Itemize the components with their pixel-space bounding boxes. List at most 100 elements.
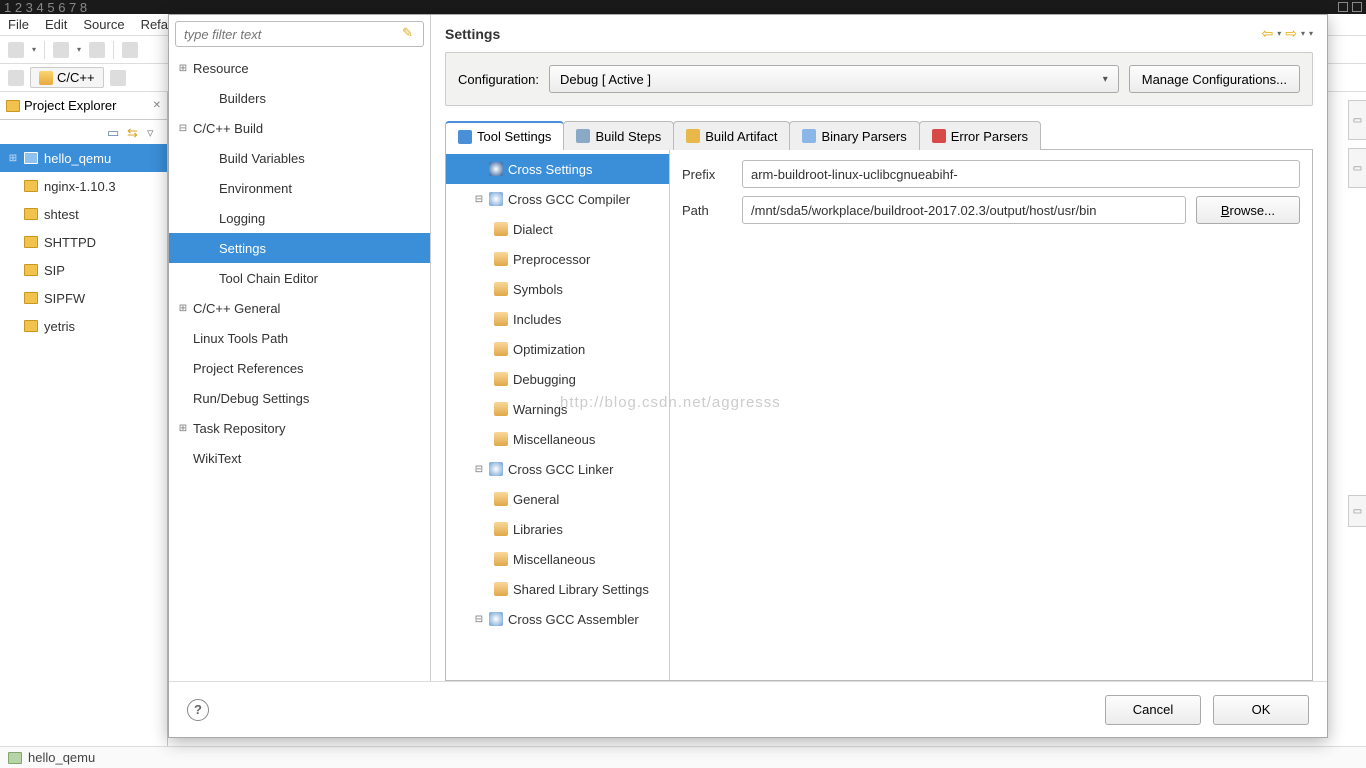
tool-label: Cross GCC Assembler (508, 612, 639, 627)
clear-filter-icon[interactable]: ✎ (402, 25, 418, 41)
open-perspective-icon[interactable] (8, 70, 24, 86)
menu-edit[interactable]: Edit (45, 17, 67, 32)
tool-libraries[interactable]: Libraries (446, 514, 669, 544)
configuration-select[interactable]: Debug [ Active ] ▾ (549, 65, 1119, 93)
pref-environment[interactable]: ⊞Environment (169, 173, 430, 203)
pref-wikitext[interactable]: ⊞WikiText (169, 443, 430, 473)
folder-icon (494, 372, 508, 386)
help-icon[interactable]: ? (187, 699, 209, 721)
pref-settings[interactable]: ⊞Settings (169, 233, 430, 263)
tool-miscellaneous[interactable]: Miscellaneous (446, 544, 669, 574)
pref-project-references[interactable]: ⊞Project References (169, 353, 430, 383)
project-SIP[interactable]: SIP (0, 256, 167, 284)
project-explorer-tab[interactable]: Project Explorer ✕ (0, 92, 167, 120)
settings-tabs: Tool Settings Build StepsBuild Artifact Bi… (445, 120, 1313, 150)
tool-warnings[interactable]: Warnings (446, 394, 669, 424)
pref-task-repository[interactable]: ⊞Task Repository (169, 413, 430, 443)
status-bar: hello_qemu (0, 746, 1366, 768)
configuration-value: Debug [ Active ] (560, 72, 651, 87)
expand-icon[interactable]: ⊟ (474, 614, 484, 625)
new-icon[interactable] (8, 42, 24, 58)
browse-button[interactable]: BBrowse...rowse... (1196, 196, 1300, 224)
collapse-all-icon[interactable]: ▭ (107, 125, 121, 139)
link-editor-icon[interactable]: ⇆ (127, 125, 141, 139)
tool-cross-gcc-assembler[interactable]: ⊟ Cross GCC Assembler (446, 604, 669, 634)
save-all-icon[interactable] (89, 42, 105, 58)
tool-includes[interactable]: Includes (446, 304, 669, 334)
project-yetris[interactable]: yetris (0, 312, 167, 340)
pref-c-c-build[interactable]: ⊟C/C++ Build (169, 113, 430, 143)
tool-cross-gcc-compiler[interactable]: ⊟Cross GCC Compiler (446, 184, 669, 214)
tool-cross-settings[interactable]: Cross Settings (446, 154, 669, 184)
tab-binary-parsers[interactable]: Binary Parsers (789, 121, 919, 150)
expand-icon[interactable]: ⊞ (177, 423, 189, 434)
expand-icon[interactable]: ⊟ (177, 123, 189, 134)
manage-configurations-button[interactable]: Manage Configurations... (1129, 65, 1300, 93)
tool-symbols[interactable]: Symbols (446, 274, 669, 304)
close-icon[interactable]: ✕ (153, 100, 161, 111)
tab-label: Binary Parsers (821, 129, 906, 144)
tab-build-steps[interactable]: Build Steps (563, 121, 674, 150)
pref-build-variables[interactable]: ⊞Build Variables (169, 143, 430, 173)
tool-dialect[interactable]: Dialect (446, 214, 669, 244)
pref-label: WikiText (193, 451, 241, 466)
tray-icon (1352, 2, 1362, 12)
expand-icon[interactable]: ⊟ (474, 464, 484, 475)
project-icon (8, 752, 22, 764)
pref-run-debug-settings[interactable]: ⊞Run/Debug Settings (169, 383, 430, 413)
pref-tool-chain-editor[interactable]: ⊞Tool Chain Editor (169, 263, 430, 293)
project-shtest[interactable]: shtest (0, 200, 167, 228)
ok-button[interactable]: OK (1213, 695, 1309, 725)
tool-miscellaneous[interactable]: Miscellaneous (446, 424, 669, 454)
back-menu-icon[interactable]: ▾ (1277, 29, 1281, 38)
minimized-view-1[interactable]: ▭ (1348, 100, 1366, 140)
filter-input[interactable] (175, 21, 424, 47)
pref-resource[interactable]: ⊞Resource (169, 53, 430, 83)
tab-build-artifact[interactable]: Build Artifact (673, 121, 790, 150)
minimized-view-3[interactable]: ▭ (1348, 495, 1366, 527)
expand-icon[interactable]: ⊞ (8, 153, 18, 164)
tool-preprocessor[interactable]: Preprocessor (446, 244, 669, 274)
tool-general[interactable]: General (446, 484, 669, 514)
project-SIPFW[interactable]: SIPFW (0, 284, 167, 312)
ic-tool-icon (458, 130, 472, 144)
menu-refactor[interactable]: Refa (141, 17, 168, 32)
pref-label: Run/Debug Settings (193, 391, 309, 406)
path-input[interactable] (742, 196, 1186, 224)
forward-icon[interactable]: ⇨ (1285, 25, 1297, 42)
pref-logging[interactable]: ⊞Logging (169, 203, 430, 233)
folder-icon (24, 320, 38, 332)
pref-builders[interactable]: ⊞Builders (169, 83, 430, 113)
project-nginx-1.10.3[interactable]: nginx-1.10.3 (0, 172, 167, 200)
save-icon[interactable] (53, 42, 69, 58)
minimized-view-2[interactable]: ▭ (1348, 148, 1366, 188)
prefix-input[interactable] (742, 160, 1300, 188)
build-icon[interactable] (122, 42, 138, 58)
tab-error-parsers[interactable]: Error Parsers (919, 121, 1041, 150)
pref-linux-tools-path[interactable]: ⊞Linux Tools Path (169, 323, 430, 353)
tool-debugging[interactable]: Debugging (446, 364, 669, 394)
forward-menu-icon[interactable]: ▾ (1301, 29, 1305, 38)
menu-source[interactable]: Source (83, 17, 124, 32)
project-SHTTPD[interactable]: SHTTPD (0, 228, 167, 256)
expand-icon[interactable]: ⊞ (177, 303, 189, 314)
expand-icon[interactable]: ⊟ (474, 194, 484, 205)
pref-label: Project References (193, 361, 304, 376)
page-menu-icon[interactable]: ▾ (1309, 29, 1313, 38)
tool-label: Miscellaneous (513, 552, 595, 567)
tab-tool-settings[interactable]: Tool Settings (445, 121, 564, 150)
back-icon[interactable]: ⇦ (1261, 25, 1273, 42)
cancel-button[interactable]: Cancel (1105, 695, 1201, 725)
perspective-extra-icon[interactable] (110, 70, 126, 86)
tab-label: Tool Settings (477, 129, 551, 144)
tool-optimization[interactable]: Optimization (446, 334, 669, 364)
expand-icon[interactable]: ⊞ (177, 63, 189, 74)
view-menu-icon[interactable]: ▿ (147, 125, 161, 139)
folder-icon (24, 264, 38, 276)
tool-cross-gcc-linker[interactable]: ⊟Cross GCC Linker (446, 454, 669, 484)
tool-shared-library-settings[interactable]: Shared Library Settings (446, 574, 669, 604)
perspective-cpp-button[interactable]: C/C++ (30, 67, 104, 88)
menu-file[interactable]: File (8, 17, 29, 32)
pref-c-c-general[interactable]: ⊞C/C++ General (169, 293, 430, 323)
project-hello_qemu[interactable]: ⊞hello_qemu (0, 144, 167, 172)
